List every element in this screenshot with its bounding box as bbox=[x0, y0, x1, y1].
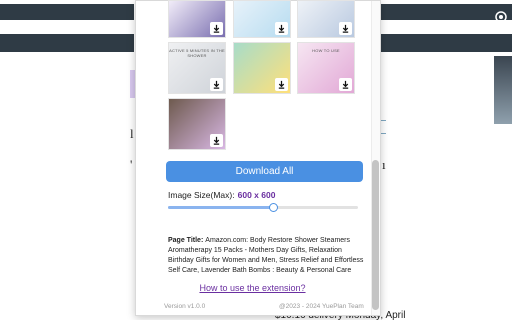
version-text: Version v1.0.0 bbox=[164, 303, 206, 310]
how-to-use-image[interactable]: HOW TO USE bbox=[297, 42, 355, 94]
lavender-essential-oil-image[interactable] bbox=[233, 0, 291, 38]
download-icon[interactable] bbox=[210, 134, 223, 147]
image-size-label: Image Size(Max): bbox=[168, 190, 235, 200]
background-nav-bar-right bbox=[372, 34, 512, 52]
background-text-fragment: ı bbox=[382, 157, 386, 172]
download-icon[interactable] bbox=[275, 78, 288, 91]
slider-handle[interactable] bbox=[268, 203, 278, 212]
colorful-tablets-grid-image[interactable] bbox=[233, 42, 291, 94]
background-image-strip bbox=[494, 56, 512, 124]
women-shower-image[interactable]: ACTIVE 5 MINUTES IN THE SHOWER bbox=[168, 42, 226, 94]
bath-bomb-jars-image[interactable] bbox=[297, 0, 355, 38]
background-nav-bar bbox=[0, 34, 134, 52]
background-text-fragment: ' bbox=[130, 157, 133, 172]
background-header-bar-right bbox=[372, 4, 512, 20]
download-icon[interactable] bbox=[275, 22, 288, 35]
download-icon[interactable] bbox=[339, 78, 352, 91]
image-size-value: 600 x 600 bbox=[237, 190, 276, 200]
thumbnail-caption: HOW TO USE bbox=[312, 48, 340, 53]
download-all-button[interactable]: Download All bbox=[166, 161, 363, 182]
bloom-shower-steamers-image[interactable] bbox=[168, 0, 226, 38]
settings-icon bbox=[495, 11, 507, 23]
copyright-text: @2023 - 2024 YuePlan Team bbox=[279, 303, 364, 310]
background-text-fragment: l bbox=[130, 126, 134, 141]
how-to-use-link[interactable]: How to use the extension? bbox=[135, 283, 370, 293]
popup-scrollbar-thumb[interactable] bbox=[372, 160, 379, 310]
page-title-block: Page Title: Amazon.com: Body Restore Show… bbox=[168, 236, 368, 276]
slider-fill bbox=[168, 206, 273, 209]
image-size-row: Image Size(Max): 600 x 600 bbox=[168, 190, 275, 200]
page-title-label: Page Title: bbox=[168, 237, 204, 244]
image-size-slider[interactable] bbox=[168, 203, 358, 212]
download-icon[interactable] bbox=[210, 78, 223, 91]
download-icon[interactable] bbox=[210, 22, 223, 35]
thumbnail-caption: ACTIVE 5 MINUTES IN THE SHOWER bbox=[169, 48, 225, 58]
background-header-bar bbox=[0, 4, 134, 20]
download-icon[interactable] bbox=[339, 22, 352, 35]
gift-set-collage-image[interactable] bbox=[168, 98, 226, 150]
